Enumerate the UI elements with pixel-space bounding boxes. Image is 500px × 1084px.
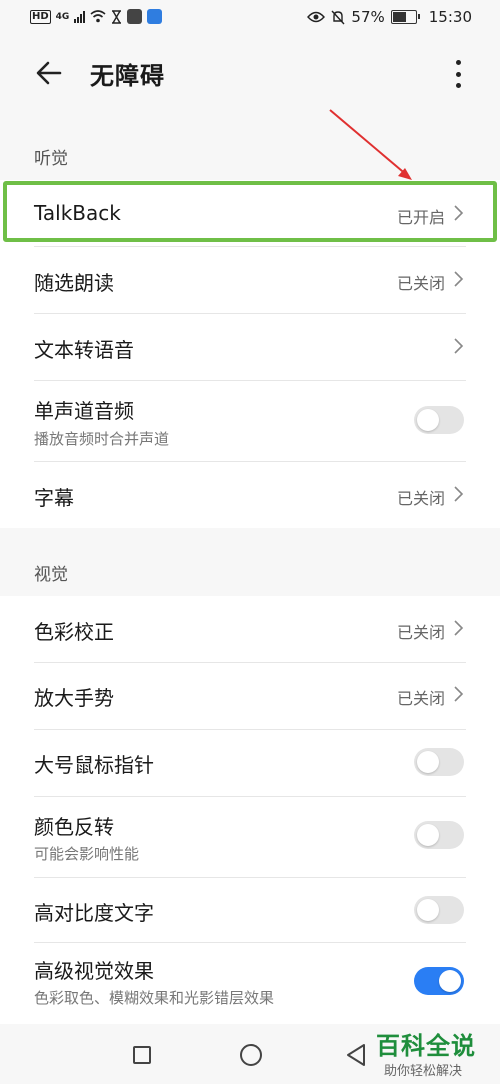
setting-label: 颜色反转: [34, 815, 114, 839]
setting-description: 可能会影响性能: [34, 845, 140, 863]
color-inversion-toggle[interactable]: [414, 821, 464, 849]
setting-row-color-inversion[interactable]: 颜色反转 可能会影响性能: [0, 797, 500, 877]
battery-percent: 57%: [351, 8, 385, 26]
setting-row-high-contrast[interactable]: 高对比度文字: [0, 878, 500, 942]
setting-description: 色彩取色、模糊效果和光影错层效果: [34, 989, 275, 1007]
app-notification-icon: [127, 9, 143, 24]
setting-label: 大号鼠标指针: [34, 753, 154, 777]
vision-card: 色彩校正 已关闭 放大手势 已关闭 大号鼠标指针 颜色反转 可能会影响性能 高对…: [0, 596, 500, 1024]
mono-audio-toggle[interactable]: [414, 406, 464, 434]
setting-row-select-to-speak[interactable]: 随选朗读 已关闭: [0, 247, 500, 313]
watermark-subtitle: 助你轻松解决: [384, 1064, 463, 1079]
setting-label: 单声道音频: [34, 399, 134, 423]
setting-value: 已关闭: [396, 274, 445, 293]
hd-badge: HD: [30, 9, 51, 24]
back-arrow-icon[interactable]: [34, 58, 64, 88]
home-icon[interactable]: [240, 1044, 262, 1066]
setting-label: 文本转语音: [34, 338, 134, 362]
setting-label: 色彩校正: [34, 620, 114, 644]
network-type: 4G: [55, 11, 70, 22]
talkback-highlight-box: [3, 181, 497, 242]
setting-value: 已关闭: [396, 689, 445, 708]
setting-value: 已关闭: [396, 489, 445, 508]
section-header-hearing: 听觉: [34, 149, 68, 169]
status-bar: HD 4G 57% 15:30: [0, 0, 500, 36]
section-header-vision: 视觉: [34, 565, 68, 585]
signal-icon: [74, 10, 86, 23]
setting-row-color-correction[interactable]: 色彩校正 已关闭: [0, 596, 500, 662]
chevron-right-icon: [454, 486, 464, 502]
advanced-visual-effects-toggle[interactable]: [414, 967, 464, 995]
app-bar: 无障碍: [0, 36, 500, 116]
chevron-right-icon: [454, 338, 464, 354]
setting-row-captions[interactable]: 字幕 已关闭: [0, 462, 500, 528]
chevron-right-icon: [454, 620, 464, 636]
setting-label: 字幕: [34, 486, 74, 510]
setting-description: 播放音频时合并声道: [34, 430, 170, 448]
page-title: 无障碍: [90, 62, 165, 90]
setting-row-text-to-speech[interactable]: 文本转语音: [0, 314, 500, 380]
eye-icon: [307, 11, 326, 23]
hourglass-icon: [112, 9, 122, 24]
high-contrast-toggle[interactable]: [414, 896, 464, 924]
eye-comfort-icon: [147, 9, 163, 24]
setting-value: 已关闭: [396, 623, 445, 642]
status-right: 57% 15:30: [307, 8, 472, 26]
more-vertical-icon[interactable]: [450, 58, 466, 90]
setting-label: 高级视觉效果: [34, 959, 154, 983]
status-left: HD 4G: [30, 9, 163, 24]
battery-icon: [390, 10, 420, 24]
back-triangle-icon[interactable]: [344, 1042, 368, 1068]
setting-label: 高对比度文字: [34, 901, 154, 925]
chevron-right-icon: [454, 686, 464, 702]
setting-label: 随选朗读: [34, 271, 114, 295]
setting-row-magnification[interactable]: 放大手势 已关闭: [0, 663, 500, 729]
large-pointer-toggle[interactable]: [414, 748, 464, 776]
wifi-icon: [90, 10, 106, 23]
recent-apps-icon[interactable]: [133, 1046, 151, 1064]
setting-row-mono-audio[interactable]: 单声道音频 播放音频时合并声道: [0, 381, 500, 461]
mute-bell-icon: [331, 10, 345, 24]
setting-label: 放大手势: [34, 686, 114, 710]
setting-row-large-pointer[interactable]: 大号鼠标指针: [0, 730, 500, 796]
clock: 15:30: [428, 8, 472, 26]
chevron-right-icon: [454, 271, 464, 287]
watermark-title: 百科全说: [376, 1032, 476, 1060]
setting-row-advanced-visual-effects[interactable]: 高级视觉效果 色彩取色、模糊效果和光影错层效果: [0, 943, 500, 1023]
